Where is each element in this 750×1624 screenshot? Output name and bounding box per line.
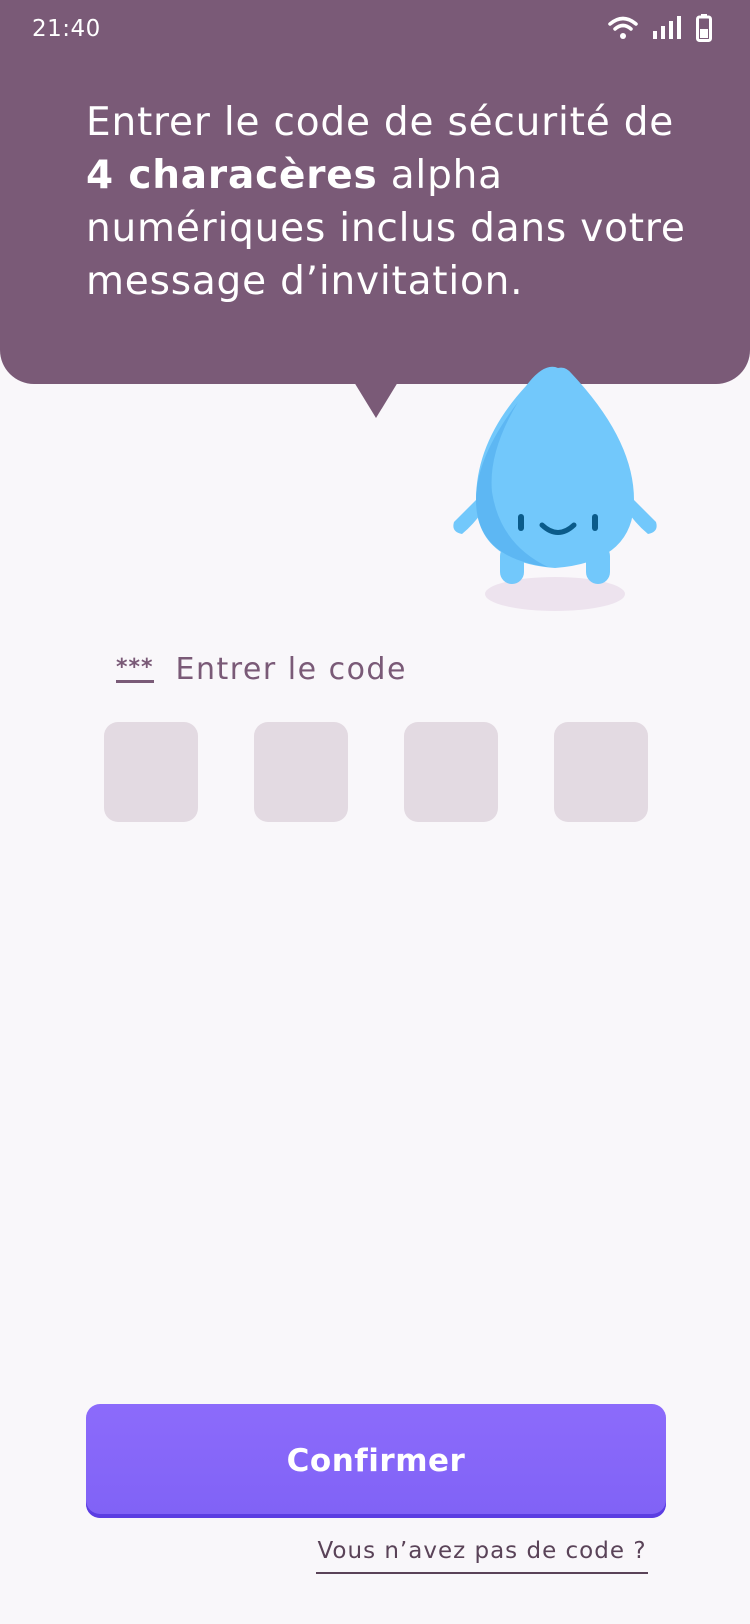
wifi-icon [608, 16, 638, 44]
water-drop-mascot [448, 362, 668, 622]
signal-icon [652, 16, 682, 44]
status-time: 21:40 [32, 16, 101, 42]
code-digit-1[interactable] [104, 722, 198, 822]
confirm-button[interactable]: Confirmer [86, 1404, 666, 1518]
instruction-text: Entrer le code de sécurité de 4 characèr… [86, 96, 686, 308]
code-digit-4[interactable] [554, 722, 648, 822]
password-icon: *** [116, 656, 154, 683]
speech-bubble-pointer [354, 382, 398, 418]
code-digit-2[interactable] [254, 722, 348, 822]
code-digit-3[interactable] [404, 722, 498, 822]
status-icons [608, 14, 712, 46]
code-label-row: *** Entrer le code [116, 652, 407, 687]
instruction-text-bold: 4 characères [86, 153, 378, 198]
code-input-group [104, 722, 650, 822]
no-code-link[interactable]: Vous n’avez pas de code ? [316, 1538, 648, 1574]
status-bar: 21:40 [0, 0, 750, 60]
code-label: Entrer le code [175, 652, 407, 687]
instruction-text-part1: Entrer le code de sécurité de [86, 100, 675, 145]
battery-icon [696, 14, 712, 46]
